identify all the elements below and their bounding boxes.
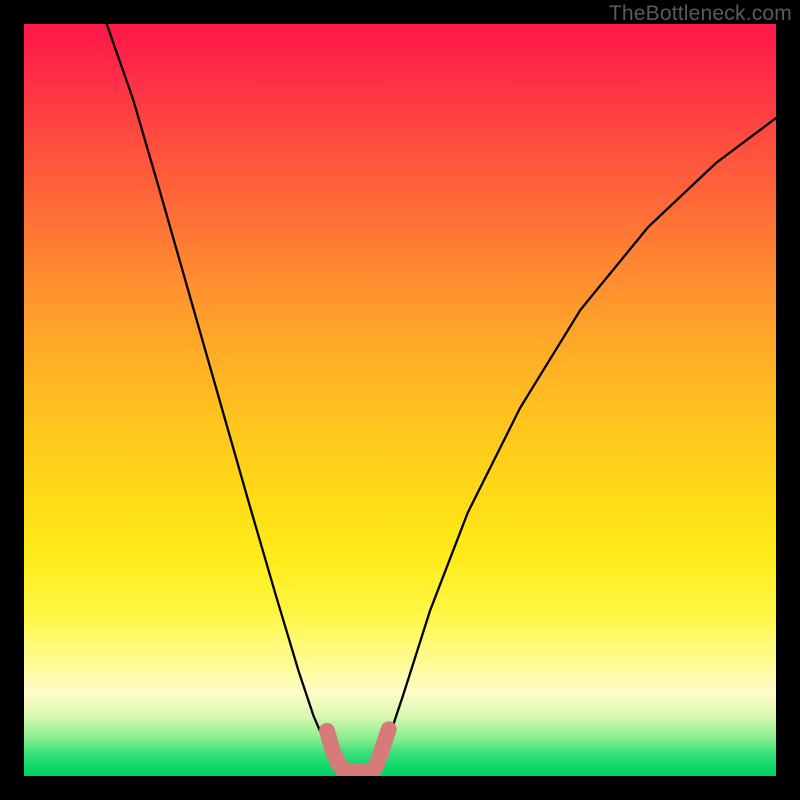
curve-layer bbox=[24, 24, 776, 776]
plot-area bbox=[24, 24, 776, 776]
highlight-segment-2 bbox=[374, 729, 389, 770]
watermark-label: TheBottleneck.com bbox=[609, 2, 792, 26]
curve-right-branch bbox=[374, 118, 776, 771]
curve-left-branch bbox=[107, 24, 344, 771]
chart-outer-frame: TheBottleneck.com bbox=[0, 0, 800, 800]
